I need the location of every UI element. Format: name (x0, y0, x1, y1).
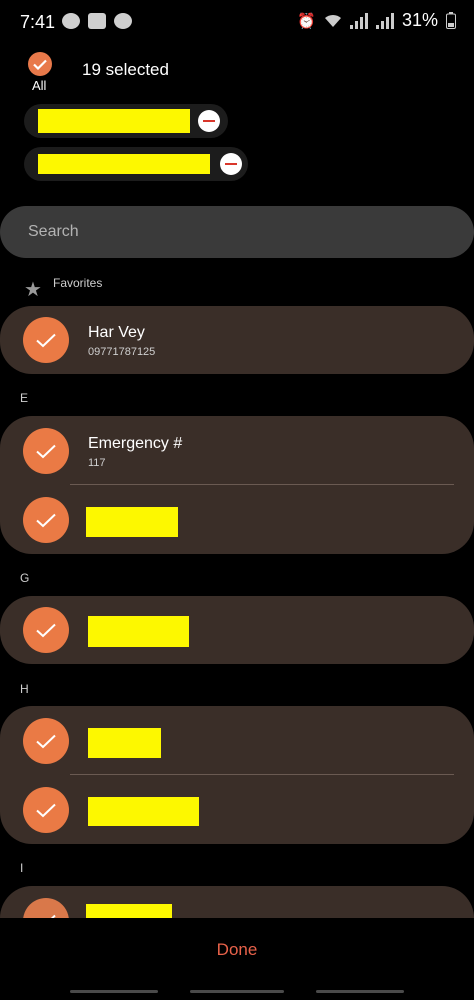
selected-chip-1[interactable] (24, 104, 228, 138)
done-button[interactable]: Done (0, 940, 474, 960)
redacted-chip-name (38, 109, 190, 133)
select-all-checkbox[interactable] (28, 52, 52, 76)
app-notification-icon (114, 13, 132, 29)
contact-checkbox[interactable] (23, 718, 69, 764)
nav-bar-center (190, 990, 284, 993)
contact-group-i (0, 886, 474, 918)
contact-name[interactable]: Har Vey (88, 324, 145, 342)
selected-chip-2[interactable] (24, 147, 248, 181)
status-notification-icons (62, 13, 132, 29)
section-label-h: H (20, 682, 29, 696)
contact-checkbox[interactable] (23, 898, 69, 918)
status-time: 7:41 (20, 12, 56, 32)
battery-icon (446, 12, 456, 29)
signal-icon-1 (349, 12, 368, 29)
check-icon (36, 734, 56, 748)
status-system-icons: ⏰ 31% (297, 10, 456, 31)
contact-checkbox[interactable] (23, 787, 69, 833)
section-label-g: G (20, 571, 30, 585)
contact-number: 09771787125 (88, 346, 156, 358)
search-placeholder: Search (28, 223, 79, 240)
redacted-chip-name (38, 154, 210, 174)
section-label-favorites: Favorites (53, 276, 103, 290)
redacted-contact-name (88, 797, 199, 826)
contact-checkbox[interactable] (23, 428, 69, 474)
row-divider (70, 774, 454, 775)
alarm-icon: ⏰ (297, 12, 316, 30)
redacted-contact-name (88, 728, 161, 758)
remove-chip-button[interactable] (198, 110, 220, 132)
star-icon: ★ (24, 279, 42, 301)
cloud-icon (62, 13, 80, 29)
minus-icon (203, 120, 215, 122)
select-all-label: All (32, 78, 47, 93)
check-icon (36, 333, 56, 347)
check-icon (36, 623, 56, 637)
contact-group-h (0, 706, 474, 844)
gallery-icon (88, 13, 106, 29)
contact-group-g (0, 596, 474, 664)
contact-name[interactable]: Emergency # (88, 435, 182, 453)
section-label-i: I (20, 861, 24, 875)
minus-icon (225, 163, 237, 165)
redacted-contact-name (88, 616, 189, 647)
check-icon (50, 914, 56, 918)
contact-number: 117 (88, 457, 106, 469)
search-input[interactable]: Search (0, 206, 474, 258)
battery-percent: 31% (401, 10, 438, 30)
section-label-e: E (20, 391, 29, 405)
check-icon (36, 803, 56, 817)
wifi-icon (324, 14, 341, 27)
row-divider (70, 484, 454, 485)
redacted-contact-name (86, 507, 178, 537)
check-icon (36, 444, 56, 458)
check-icon (33, 59, 47, 70)
nav-bar-right (316, 990, 404, 993)
nav-bar-left (70, 990, 158, 993)
contact-group-favorites: Har Vey 09771787125 (0, 306, 474, 374)
signal-icon-2 (375, 12, 394, 29)
contact-group-e: Emergency # 117 (0, 416, 474, 554)
redacted-contact-name (86, 904, 172, 918)
contact-checkbox[interactable] (23, 317, 69, 363)
check-icon (36, 513, 56, 527)
contact-checkbox[interactable] (23, 497, 69, 543)
selected-count: 19 selected (82, 60, 169, 79)
remove-chip-button[interactable] (220, 153, 242, 175)
contact-checkbox[interactable] (23, 607, 69, 653)
